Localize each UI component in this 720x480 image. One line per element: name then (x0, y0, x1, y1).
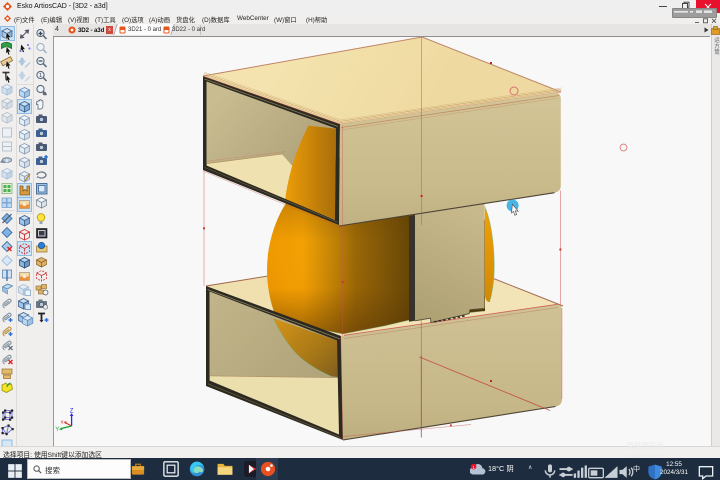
svg-text:1: 1 (39, 73, 42, 79)
svg-text:1: 1 (472, 465, 475, 470)
svg-text:Z: Z (70, 409, 74, 415)
svg-text:Y: Y (55, 427, 59, 433)
svg-text:x: x (61, 420, 64, 426)
